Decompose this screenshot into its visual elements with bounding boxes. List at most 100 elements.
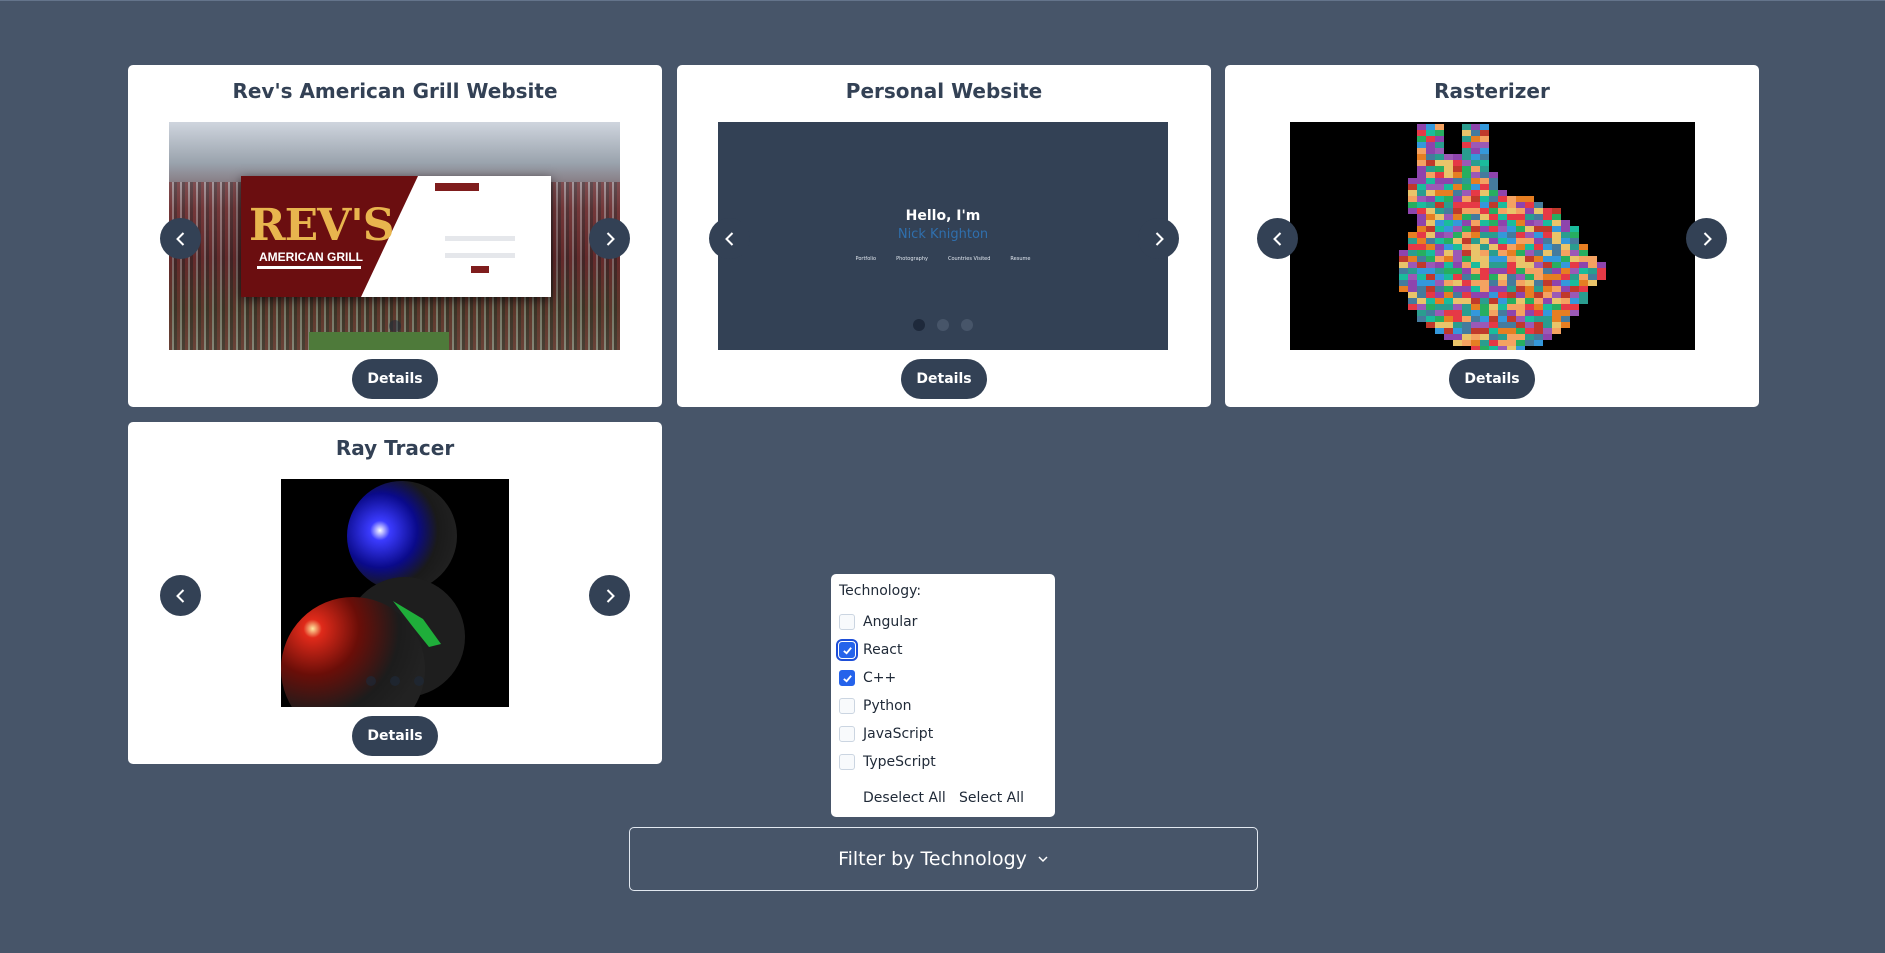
carousel-dot[interactable] <box>937 319 949 331</box>
carousel-prev-button[interactable] <box>709 218 750 259</box>
bunny-pixel <box>1480 220 1489 226</box>
checkbox[interactable] <box>836 639 858 661</box>
chevron-down-icon <box>1038 856 1048 863</box>
bunny-pixel <box>1471 148 1480 154</box>
select-all-button[interactable]: Select All <box>959 790 1024 806</box>
bunny-pixel <box>1408 202 1417 208</box>
carousel-indicators <box>913 319 973 331</box>
bunny-pixel <box>1435 148 1444 154</box>
bunny-pixel <box>1525 292 1534 298</box>
bunny-pixel <box>1471 286 1480 292</box>
bunny-pixel <box>1480 256 1489 262</box>
carousel-next-button[interactable] <box>589 575 630 616</box>
project-card-personal-website: Personal Website Hello, I'm Nick Knighto… <box>677 65 1211 407</box>
checkbox[interactable] <box>839 614 855 630</box>
bunny-pixel <box>1543 322 1552 328</box>
bunny-pixel <box>1462 226 1471 232</box>
filter-option-react[interactable]: React <box>836 639 902 661</box>
filter-option-typescript[interactable]: TypeScript <box>839 754 936 770</box>
bunny-pixel <box>1462 250 1471 256</box>
bunny-pixel <box>1489 316 1498 322</box>
bunny-pixel <box>1543 268 1552 274</box>
details-button[interactable]: Details <box>352 716 438 756</box>
bunny-pixel <box>1525 268 1534 274</box>
carousel-next-button[interactable] <box>1686 218 1727 259</box>
carousel-dot[interactable] <box>961 319 973 331</box>
filter-option-python[interactable]: Python <box>839 698 912 714</box>
bunny-pixel <box>1435 310 1444 316</box>
bunny-pixel <box>1552 328 1561 334</box>
bunny-pixel <box>1417 124 1426 130</box>
bunny-pixel <box>1453 166 1462 172</box>
details-button[interactable]: Details <box>1449 359 1535 399</box>
bunny-pixel <box>1444 268 1453 274</box>
bunny-pixel <box>1462 202 1471 208</box>
bunny-pixel <box>1507 298 1516 304</box>
bunny-pixel <box>1444 154 1453 160</box>
carousel-prev-button[interactable] <box>1257 218 1298 259</box>
checkbox[interactable] <box>839 726 855 742</box>
carousel-next-button[interactable] <box>589 218 630 259</box>
bunny-pixel <box>1426 304 1435 310</box>
bunny-pixel <box>1435 268 1444 274</box>
bunny-pixel <box>1444 274 1453 280</box>
bunny-pixel <box>1570 262 1579 268</box>
bunny-pixel <box>1435 304 1444 310</box>
filter-option-angular[interactable]: Angular <box>839 614 917 630</box>
carousel-dot[interactable] <box>913 319 925 331</box>
bunny-pixel <box>1444 286 1453 292</box>
bunny-pixel <box>1471 244 1480 250</box>
bunny-pixel <box>1525 298 1534 304</box>
bunny-pixel <box>1525 304 1534 310</box>
filter-by-technology-button[interactable]: Filter by Technology <box>629 827 1258 891</box>
bunny-pixel <box>1561 232 1570 238</box>
bunny-pixel <box>1417 298 1426 304</box>
bunny-pixel <box>1579 292 1588 298</box>
bunny-pixel <box>1462 148 1471 154</box>
checkbox[interactable] <box>839 754 855 770</box>
bunny-pixel <box>1525 334 1534 340</box>
checkbox[interactable] <box>839 698 855 714</box>
bunny-pixel <box>1516 292 1525 298</box>
bunny-pixel <box>1543 214 1552 220</box>
bunny-pixel <box>1489 250 1498 256</box>
carousel-prev-button[interactable] <box>160 218 201 259</box>
bunny-pixel <box>1471 196 1480 202</box>
chevron-right-icon <box>606 231 615 246</box>
checkbox[interactable] <box>839 670 855 686</box>
bunny-pixel <box>1426 148 1435 154</box>
bunny-pixel <box>1498 322 1507 328</box>
carousel-prev-button[interactable] <box>160 575 201 616</box>
filter-option-cpp[interactable]: C++ <box>839 670 896 686</box>
bunny-pixel <box>1579 250 1588 256</box>
bunny-pixel <box>1507 214 1516 220</box>
bunny-pixel <box>1444 166 1453 172</box>
details-button[interactable]: Details <box>901 359 987 399</box>
bunny-pixel <box>1489 214 1498 220</box>
bunny-pixel <box>1480 184 1489 190</box>
bunny-pixel <box>1561 274 1570 280</box>
filter-option-javascript[interactable]: JavaScript <box>839 726 933 742</box>
details-button[interactable]: Details <box>352 359 438 399</box>
bunny-pixel <box>1561 280 1570 286</box>
bunny-pixel <box>1435 202 1444 208</box>
carousel-next-button[interactable] <box>1138 218 1179 259</box>
bunny-pixel <box>1507 334 1516 340</box>
ray-traced-spheres <box>281 481 465 707</box>
bunny-pixel <box>1417 274 1426 280</box>
bunny-pixel <box>1480 148 1489 154</box>
bunny-pixel <box>1471 340 1480 346</box>
bunny-pixel <box>1471 208 1480 214</box>
bunny-pixel <box>1480 334 1489 340</box>
deselect-all-button[interactable]: Deselect All <box>863 790 946 806</box>
carousel-dot[interactable] <box>388 320 401 332</box>
bunny-pixel <box>1471 154 1480 160</box>
bunny-pixel <box>1453 334 1462 340</box>
bunny-pixel <box>1471 124 1480 130</box>
bunny-pixel <box>1588 262 1597 268</box>
bunny-pixel <box>1435 136 1444 142</box>
bunny-pixel <box>1417 232 1426 238</box>
bunny-pixel <box>1462 184 1471 190</box>
bunny-pixel <box>1444 238 1453 244</box>
bunny-pixel <box>1417 268 1426 274</box>
